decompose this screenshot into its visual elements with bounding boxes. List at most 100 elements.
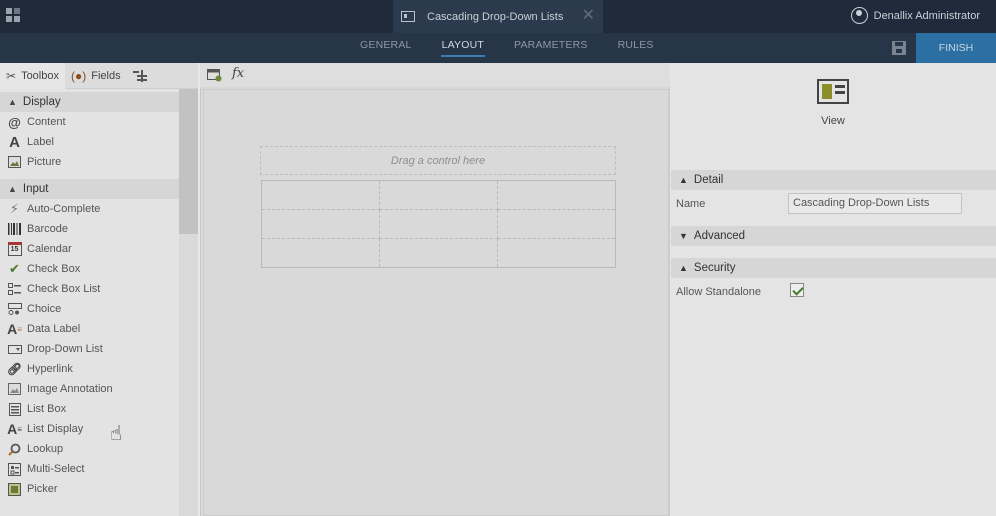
tab-fields[interactable]: (●) Fields [65, 63, 127, 89]
table-cell[interactable] [379, 209, 498, 239]
view-icon [817, 79, 849, 104]
table-cell[interactable] [497, 209, 616, 239]
tool-hyperlink[interactable]: 🔗︎ Hyperlink [0, 359, 179, 379]
section-advanced[interactable]: ▼ Advanced [671, 226, 996, 246]
tool-label[interactable]: A Label [0, 132, 179, 152]
tool-label: Label [27, 136, 54, 148]
tool-list-display[interactable]: A ≡ List Display [0, 419, 179, 439]
picture-icon [7, 155, 22, 170]
canvas-frame: Drag a control here [203, 89, 669, 516]
designer-tabs: GENERAL LAYOUT PARAMETERS RULES [345, 33, 669, 63]
tab-parameters[interactable]: PARAMETERS [499, 33, 603, 63]
user-avatar-icon [850, 7, 868, 24]
tool-list-box[interactable]: List Box [0, 399, 179, 419]
section-security[interactable]: ▲ Security [671, 258, 996, 278]
section-display[interactable]: ▲ Display [0, 92, 179, 112]
tool-label: Content [27, 116, 66, 128]
tool-auto-complete[interactable]: ⚡ Auto-Complete [0, 199, 179, 219]
section-security-label: Security [693, 262, 736, 274]
data-label-icon: A ≡ [7, 321, 22, 337]
tab-general[interactable]: GENERAL [345, 33, 427, 63]
tool-image-annotation[interactable]: Image Annotation [0, 379, 179, 399]
layout-table[interactable] [261, 180, 616, 268]
image-annotation-icon [7, 382, 22, 397]
user-menu[interactable]: Denallix Administrator [850, 7, 980, 24]
finish-button[interactable]: FINISH [916, 33, 996, 63]
design-canvas[interactable]: Drag a control here [200, 87, 670, 516]
canvas-toolbar: fx [200, 63, 670, 87]
panel-tabs: ✂ Toolbox (●) Fields [0, 62, 198, 89]
tab-toolbox-label: Toolbox [21, 69, 59, 82]
tool-check-box[interactable]: ✔ Check Box [0, 259, 179, 279]
top-bar: Cascading Drop-Down Lists ✕ Denallix Adm… [0, 0, 996, 33]
magnifier-icon [7, 442, 22, 457]
tool-picker[interactable]: Picker [0, 479, 179, 499]
tool-lookup[interactable]: Lookup [0, 439, 179, 459]
save-icon[interactable] [892, 41, 906, 55]
apps-grid-icon[interactable] [6, 8, 22, 24]
tab-layout[interactable]: LAYOUT [427, 33, 499, 63]
tool-label: Multi-Select [27, 463, 85, 475]
section-input-label: Input [22, 183, 49, 195]
tool-label: Data Label [27, 323, 81, 335]
table-cell[interactable] [379, 238, 498, 268]
table-cell[interactable] [497, 238, 616, 268]
chevron-up-icon: ▲ [679, 175, 688, 185]
user-name: Denallix Administrator [873, 9, 980, 22]
chevron-up-icon: ▲ [679, 263, 688, 273]
tool-multi-select[interactable]: Multi-Select [0, 459, 179, 479]
toolbox-scroll-thumb[interactable] [179, 89, 198, 234]
table-cell[interactable] [261, 180, 380, 210]
tool-label: Calendar [27, 243, 72, 255]
allow-standalone-checkbox[interactable] [790, 283, 804, 297]
tool-label: List Display [27, 423, 84, 435]
lightning-icon: ⚡ [9, 201, 20, 216]
view-document-icon [401, 11, 415, 22]
nav-bar: GENERAL LAYOUT PARAMETERS RULES FINISH [0, 33, 996, 63]
hand-cursor-icon: ☝ [110, 423, 123, 445]
outline-tree-icon[interactable] [132, 69, 147, 82]
table-cell[interactable] [261, 209, 380, 239]
table-cell[interactable] [497, 180, 616, 210]
add-table-icon[interactable] [207, 68, 222, 85]
section-detail[interactable]: ▲ Detail [671, 170, 996, 190]
document-tab[interactable]: Cascading Drop-Down Lists ✕ [393, 0, 603, 33]
tool-label: Choice [27, 303, 62, 315]
tab-toolbox[interactable]: ✂ Toolbox [0, 62, 65, 89]
tool-barcode[interactable]: Barcode [0, 219, 179, 239]
tool-picture[interactable]: Picture [0, 152, 179, 172]
tool-drop-down-list[interactable]: Drop-Down List [0, 339, 179, 359]
close-icon[interactable]: ✕ [582, 8, 595, 24]
chevron-down-icon: ▼ [679, 231, 688, 241]
choice-icon [7, 302, 22, 317]
chevron-up-icon: ▲ [8, 184, 17, 194]
multi-select-icon [7, 462, 22, 477]
section-advanced-label: Advanced [693, 230, 746, 242]
tool-data-label[interactable]: A ≡ Data Label [0, 319, 179, 339]
tool-content[interactable]: @ Content [0, 112, 179, 132]
name-field[interactable]: Cascading Drop-Down Lists [788, 193, 962, 214]
chevron-up-icon: ▲ [8, 97, 17, 107]
table-cell[interactable] [261, 238, 380, 268]
tool-label: List Box [27, 403, 67, 415]
drop-zone[interactable]: Drag a control here [260, 146, 616, 175]
document-tab-title: Cascading Drop-Down Lists [427, 10, 564, 23]
table-cell[interactable] [379, 180, 498, 210]
tool-label: Check Box List [27, 283, 101, 295]
list-display-icon: A ≡ [7, 421, 22, 437]
dropdown-icon [7, 342, 22, 357]
section-display-label: Display [22, 96, 61, 108]
tab-rules[interactable]: RULES [603, 33, 669, 63]
tool-label: Picture [27, 156, 62, 168]
tool-choice[interactable]: Choice [0, 299, 179, 319]
section-input[interactable]: ▲ Input [0, 179, 179, 199]
fields-icon: (●) [70, 68, 87, 83]
tool-calendar[interactable]: 15 Calendar [0, 239, 179, 259]
expression-fx-icon[interactable]: fx [232, 66, 244, 81]
calendar-icon: 15 [7, 242, 22, 257]
label-a-icon: A [9, 133, 20, 151]
tool-label: Barcode [27, 223, 68, 235]
tool-check-box-list[interactable]: Check Box List [0, 279, 179, 299]
tool-label: Lookup [27, 443, 64, 455]
list-box-icon [7, 402, 22, 417]
